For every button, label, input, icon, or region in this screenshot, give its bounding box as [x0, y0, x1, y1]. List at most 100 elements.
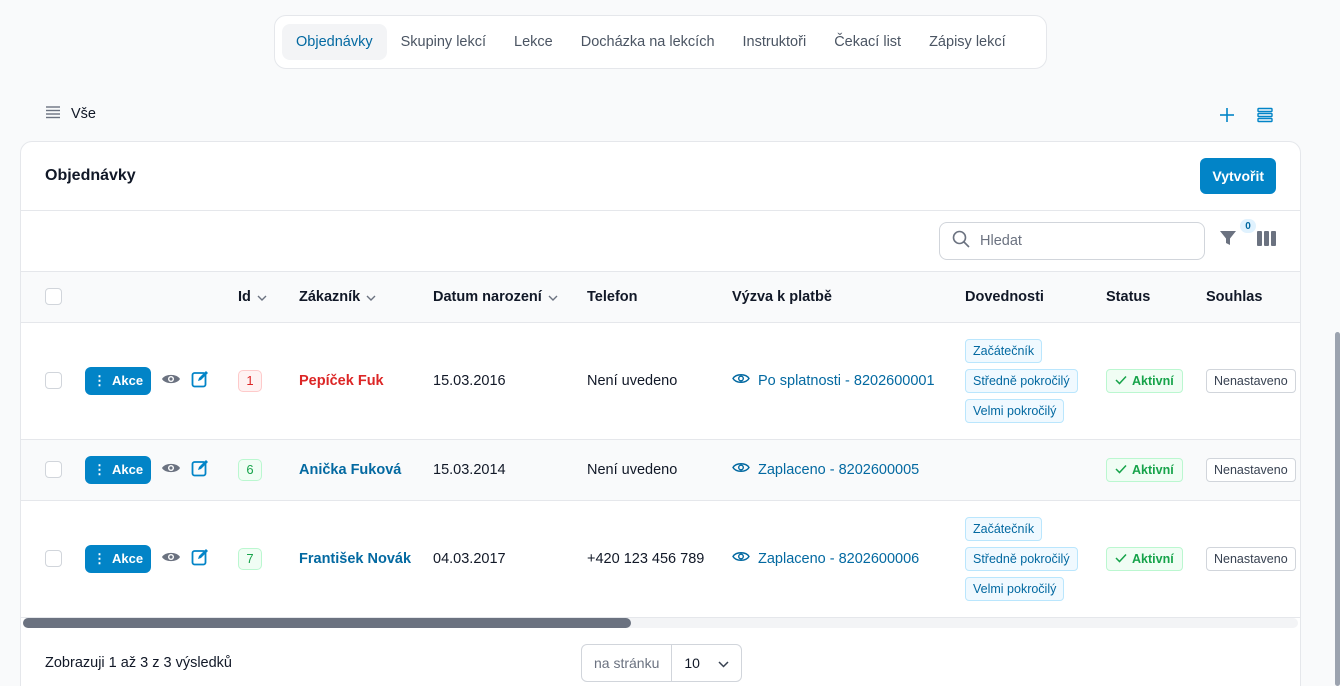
search-icon — [952, 230, 970, 253]
table-header-row: Id Zákazník Datum narození Telefon Výzva… — [21, 272, 1300, 322]
results-summary: Zobrazuji 1 až 3 z 3 výsledků — [45, 655, 232, 671]
row-checkbox[interactable] — [45, 461, 62, 478]
card-header: Objednávky Vytvořit — [21, 142, 1300, 211]
view-selector[interactable]: Vše — [45, 105, 96, 123]
column-header-skills: Dovednosti — [965, 288, 1044, 305]
per-page-value: 10 — [684, 655, 700, 671]
skills-list: Začátečník Středně pokročilý Velmi pokro… — [965, 516, 1106, 601]
column-header-phone: Telefon — [587, 288, 638, 305]
skill-badge: Velmi pokročilý — [965, 398, 1065, 423]
table-row: ⋮ Akce 7 František Novák 04.03.2017 +420 … — [21, 500, 1300, 617]
status-badge: Aktivní — [1106, 457, 1183, 482]
tab-dochazka[interactable]: Docházka na lekcích — [567, 24, 729, 60]
plus-icon[interactable] — [1216, 104, 1238, 126]
tab-instruktori[interactable]: Instruktoři — [729, 24, 821, 60]
birth-date: 15.03.2016 — [433, 372, 506, 389]
status-badge: Aktivní — [1106, 368, 1183, 393]
column-header-customer[interactable]: Zákazník — [299, 272, 433, 322]
eye-icon — [732, 461, 750, 478]
orders-table: Id Zákazník Datum narození Telefon Výzva… — [21, 272, 1300, 618]
phone: Není uvedeno — [587, 372, 678, 389]
column-header-payment: Výzva k platbě — [732, 288, 832, 305]
chevron-down-icon — [548, 289, 558, 305]
scrollbar-thumb[interactable] — [23, 618, 631, 628]
tab-skupiny-lekci[interactable]: Skupiny lekcí — [387, 24, 500, 60]
chevron-down-icon — [366, 289, 376, 305]
eye-icon — [732, 372, 750, 389]
akce-button[interactable]: ⋮ Akce — [85, 366, 152, 395]
page-title: Objednávky — [45, 167, 136, 184]
akce-button[interactable]: ⋮ Akce — [85, 544, 152, 573]
skill-badge: Středně pokročilý — [965, 368, 1078, 393]
check-icon — [1115, 552, 1127, 566]
skill-badge: Středně pokročilý — [965, 546, 1078, 571]
row-checkbox[interactable] — [45, 550, 62, 567]
payment-link[interactable]: Po splatnosti - 8202600001 — [732, 372, 965, 389]
stack-icon[interactable] — [1254, 104, 1276, 126]
akce-button[interactable]: ⋮ Akce — [85, 455, 152, 484]
tab-objednavky[interactable]: Objednávky — [282, 24, 387, 60]
edit-icon[interactable] — [191, 459, 209, 481]
filter-count-badge: 0 — [1240, 219, 1256, 233]
skill-badge: Začátečník — [965, 338, 1043, 363]
per-page-select[interactable]: na stránku 10 — [581, 644, 742, 682]
search-input[interactable] — [980, 233, 1180, 249]
column-header-consent: Souhlas — [1206, 288, 1263, 305]
phone: Není uvedeno — [587, 461, 678, 478]
payment-link[interactable]: Zaplaceno - 8202600005 — [732, 461, 965, 478]
customer-link[interactable]: Pepíček Fuk — [299, 373, 384, 389]
skills-list — [965, 439, 1106, 500]
view-label: Vše — [71, 106, 96, 122]
per-page-value-box[interactable]: 10 — [672, 655, 741, 671]
check-icon — [1115, 463, 1127, 477]
list-icon — [45, 105, 61, 123]
consent-badge: Nenastaveno — [1206, 368, 1296, 393]
skill-badge: Velmi pokročilý — [965, 576, 1065, 601]
tab-bar: Objednávky Skupiny lekcí Lekce Docházka … — [274, 15, 1047, 69]
vertical-scrollbar[interactable] — [1335, 332, 1340, 686]
chevron-down-icon — [257, 289, 267, 305]
edit-icon[interactable] — [191, 370, 209, 392]
check-icon — [1115, 374, 1127, 388]
per-page-label: na stránku — [582, 645, 673, 681]
skills-list: Začátečník Středně pokročilý Velmi pokro… — [965, 338, 1106, 423]
filter-icon[interactable] — [1219, 229, 1237, 252]
tab-zapisy-lekci[interactable]: Zápisy lekcí — [915, 24, 1020, 60]
id-badge: 1 — [238, 369, 262, 392]
payment-link[interactable]: Zaplaceno - 8202600006 — [732, 550, 965, 567]
dots-vertical-icon: ⋮ — [93, 461, 106, 477]
tab-lekce[interactable]: Lekce — [500, 24, 567, 60]
phone: +420 123 456 789 — [587, 550, 705, 567]
create-button[interactable]: Vytvořit — [1200, 158, 1276, 194]
id-badge: 7 — [238, 547, 262, 570]
row-actions: ⋮ Akce — [85, 544, 238, 573]
edit-icon[interactable] — [191, 548, 209, 570]
skill-badge: Začátečník — [965, 516, 1043, 541]
row-actions: ⋮ Akce — [85, 455, 238, 484]
column-header-id[interactable]: Id — [238, 272, 299, 322]
column-header-status: Status — [1106, 288, 1151, 305]
table-row: ⋮ Akce 6 Anička Fuková 15.03.2014 Není uv… — [21, 439, 1300, 500]
eye-icon[interactable] — [161, 461, 181, 479]
column-header-birth[interactable]: Datum narození — [433, 272, 587, 322]
top-actions — [1216, 104, 1276, 126]
consent-badge: Nenastaveno — [1206, 546, 1296, 571]
birth-date: 04.03.2017 — [433, 550, 506, 567]
horizontal-scrollbar[interactable] — [23, 618, 1298, 628]
chevron-down-icon — [718, 655, 729, 671]
tab-cekaci-list[interactable]: Čekací list — [820, 24, 915, 60]
customer-link[interactable]: Anička Fuková — [299, 462, 401, 478]
table-footer: Zobrazuji 1 až 3 z 3 výsledků na stránku… — [21, 638, 1300, 686]
eye-icon[interactable] — [161, 550, 181, 568]
columns-icon[interactable] — [1257, 231, 1276, 251]
select-all-checkbox[interactable] — [45, 288, 62, 306]
customer-link[interactable]: František Novák — [299, 551, 411, 567]
id-badge: 6 — [238, 458, 262, 481]
orders-card: Objednávky Vytvořit 0 Id Zákazník — [20, 141, 1301, 686]
birth-date: 15.03.2014 — [433, 461, 506, 478]
search-box[interactable] — [939, 222, 1205, 260]
row-actions: ⋮ Akce — [85, 366, 238, 395]
eye-icon[interactable] — [161, 372, 181, 390]
dots-vertical-icon: ⋮ — [93, 550, 106, 566]
row-checkbox[interactable] — [45, 372, 62, 389]
